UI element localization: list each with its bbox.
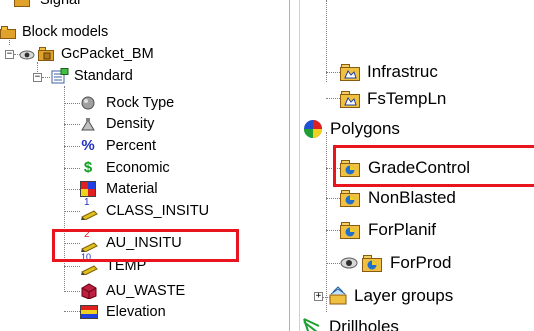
tree-item-label: Percent xyxy=(106,138,156,154)
tree-item-label: Rock Type xyxy=(106,95,175,111)
block-models-tree: Signal Block models − GcPacket_BM − Stan… xyxy=(0,0,289,331)
tree-item-polygons[interactable]: Polygons xyxy=(303,118,400,140)
packet-folder-icon xyxy=(38,47,54,61)
tree-connector xyxy=(64,189,80,190)
folder-icon xyxy=(14,0,30,7)
tree-item-percent[interactable]: % Percent xyxy=(80,136,156,156)
tree-item-forprod[interactable]: ForProd xyxy=(340,252,451,274)
tree-item-label: FsTempLn xyxy=(367,89,447,108)
tree-item-nonblasted[interactable]: NonBlasted xyxy=(340,187,456,209)
tree-connector xyxy=(64,211,80,212)
tree-connector xyxy=(326,263,340,264)
tree-item-label: Elevation xyxy=(106,304,166,320)
tree-connector xyxy=(326,230,340,231)
polygon-folder-icon xyxy=(362,254,382,272)
tree-item-infrastruc[interactable]: Infrastruc xyxy=(340,61,438,83)
tree-item-label: Block models xyxy=(22,24,109,40)
highlight-box-au-insitu xyxy=(52,229,239,262)
tree-item-au-waste[interactable]: AU_WASTE xyxy=(80,281,185,301)
tree-item-label: Economic xyxy=(106,160,170,176)
highlight-box-gradecontrol xyxy=(333,145,534,187)
tree-connector xyxy=(64,146,80,147)
standard-icon xyxy=(51,68,69,84)
drillholes-icon xyxy=(303,318,323,331)
pane-splitter[interactable] xyxy=(289,0,300,331)
tree-connector xyxy=(64,124,80,125)
tree-item-label: Standard xyxy=(74,68,133,84)
expand-toggle[interactable]: + xyxy=(314,292,323,301)
polygons-icon xyxy=(303,119,323,139)
tree-item-label: GcPacket_BM xyxy=(61,46,154,62)
tree-connector xyxy=(64,266,80,267)
tree-item-label: ForProd xyxy=(390,253,452,272)
tree-item-label: Material xyxy=(106,181,158,197)
pencil-1-icon: 1 xyxy=(80,197,100,221)
tree-item-rock-type[interactable]: Rock Type xyxy=(80,93,174,113)
tree-item-label: Density xyxy=(106,116,155,132)
tree-connector xyxy=(42,77,50,78)
polygon-folder-icon xyxy=(340,221,360,239)
tree-item-drillholes[interactable]: Drillholes xyxy=(303,316,399,331)
tree-item-label: ForPlanif xyxy=(368,220,437,239)
tree-connector xyxy=(326,98,340,99)
tree-item-label: Layer groups xyxy=(354,286,454,305)
polygon-folder-icon xyxy=(340,189,360,207)
tree-item-fstempln[interactable]: FsTempLn xyxy=(340,88,446,110)
layers-tree: Infrastruc FsTempLn Polygons GradeContro… xyxy=(300,0,534,331)
tree-connector xyxy=(326,132,327,312)
material-icon xyxy=(80,181,96,197)
layer-folder-icon xyxy=(340,63,360,81)
tree-item-label: Drillholes xyxy=(329,317,399,331)
tree-item-block-models[interactable]: Block models xyxy=(0,22,108,42)
tree-item-label: AU_WASTE xyxy=(106,283,186,299)
tree-connector xyxy=(326,198,340,199)
tree-item-label: Polygons xyxy=(330,119,400,138)
tree-item-standard[interactable]: Standard xyxy=(51,66,133,86)
tree-item-label: Infrastruc xyxy=(367,62,438,81)
tree-connector xyxy=(326,72,340,73)
economic-icon: $ xyxy=(83,159,93,176)
tree-connector xyxy=(64,168,80,169)
tree-connector xyxy=(326,0,327,82)
layer-folder-icon xyxy=(340,90,360,108)
tree-connector xyxy=(64,103,80,104)
tree-item-economic[interactable]: $ Economic xyxy=(80,158,170,178)
layer-groups-icon xyxy=(328,286,348,306)
tree-item-elevation[interactable]: Elevation xyxy=(80,302,166,322)
eye-icon xyxy=(19,48,35,60)
collapse-toggle[interactable]: − xyxy=(5,50,14,59)
folder-icon xyxy=(0,25,16,39)
tree-item-material[interactable]: Material xyxy=(80,179,158,199)
index-badge: 1 xyxy=(84,197,90,208)
tree-item-label: NonBlasted xyxy=(368,188,456,207)
tree-item-label: CLASS_INSITU xyxy=(106,203,210,219)
tree-connector xyxy=(64,291,80,292)
density-icon xyxy=(80,117,96,131)
elevation-icon xyxy=(80,304,98,320)
tree-connector xyxy=(64,311,80,312)
percent-icon: % xyxy=(81,137,95,154)
rock-type-icon xyxy=(80,96,96,110)
tree-item-density[interactable]: Density xyxy=(80,114,154,134)
tree-item-class-insitu[interactable]: 1 CLASS_INSITU xyxy=(80,197,210,221)
tree-item-forplanif[interactable]: ForPlanif xyxy=(340,219,436,241)
tree-item-layer-groups[interactable]: Layer groups xyxy=(328,285,453,307)
collapse-toggle[interactable]: − xyxy=(33,73,42,82)
tree-item-signal[interactable]: Signal xyxy=(14,0,80,10)
tree-item-label: Signal xyxy=(40,0,81,8)
eye-icon[interactable] xyxy=(340,256,358,270)
cube-icon xyxy=(80,283,98,300)
tree-item-gcpacket[interactable]: GcPacket_BM xyxy=(19,44,154,64)
